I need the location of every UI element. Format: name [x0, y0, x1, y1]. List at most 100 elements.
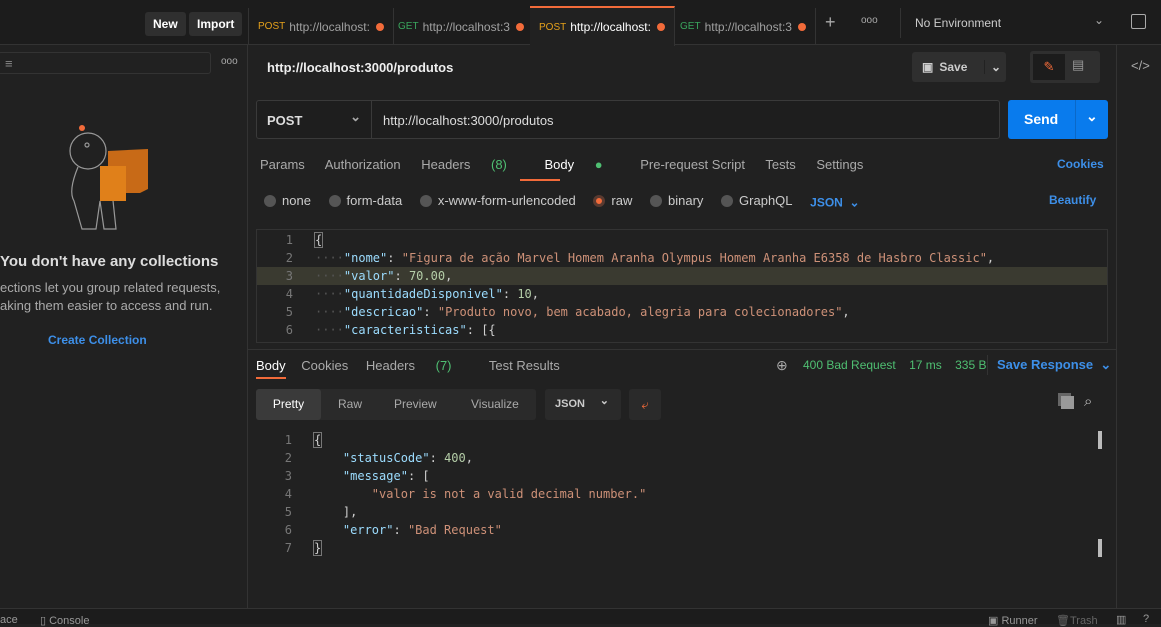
chevron-down-icon: ⌄ [599, 395, 609, 407]
json-value: "valor is not a valid decimal number." [371, 487, 647, 501]
json-value: "Bad Request" [407, 523, 502, 537]
json-key: "nome" [343, 251, 388, 265]
right-divider [1116, 45, 1117, 608]
help-icon[interactable]: ? [1143, 613, 1149, 625]
tab-pre-request-script[interactable]: Pre-request Script [640, 157, 745, 172]
request-tab[interactable]: POST http://localhost: [248, 8, 394, 45]
sidebar-more-icon[interactable]: ooo [221, 56, 238, 67]
request-title: http://localhost:3000/produtos [267, 60, 454, 75]
save-button[interactable]: ▣ Save ⌄ [912, 52, 1006, 82]
json-value: "Produto novo, bem acabado, alegria para… [437, 305, 843, 319]
more-tabs-icon[interactable]: ooo [861, 15, 878, 26]
chevron-down-icon: ⌄ [350, 109, 361, 124]
indent: ···· [315, 251, 344, 265]
edit-icon[interactable]: ✎ [1033, 54, 1065, 80]
tab-test-results[interactable]: Test Results [489, 358, 560, 373]
colon: : [387, 251, 402, 265]
request-tab[interactable]: GET http://localhost:3 [389, 8, 534, 45]
punct: , [445, 269, 453, 283]
response-body[interactable]: 1{2 "statusCode": 400, 3 "message": [4 "v… [256, 431, 1101, 601]
sidebar: ≡ ooo You don't have any collections ect… [0, 45, 248, 608]
radio-x-www-form-urlencoded[interactable]: x-www-form-urlencoded [419, 193, 576, 208]
format-select[interactable]: JSON ⌄ [810, 196, 859, 210]
line-number: 1 [285, 233, 293, 247]
line-number: 7 [284, 541, 292, 555]
footer-left-item[interactable]: ace [0, 614, 18, 626]
tab-response-headers[interactable]: Headers (7) [366, 358, 469, 373]
comments-icon[interactable]: ▤ [1072, 57, 1084, 73]
divider [987, 355, 988, 375]
unsaved-dot-icon [515, 22, 524, 31]
cookies-link[interactable]: Cookies [1057, 157, 1104, 171]
environment-select[interactable]: No Environment ⌄ [900, 8, 1116, 38]
line-number: 4 [285, 287, 293, 301]
top-bar: New Import POST http://localhost: GET http… [0, 0, 1161, 46]
chevron-down-icon[interactable]: ⌄ [984, 60, 1001, 74]
radio-binary[interactable]: binary [650, 193, 703, 208]
line-number: 1 [284, 433, 292, 447]
radio-form-data[interactable]: form-data [328, 193, 402, 208]
runner-button[interactable]: ▣ Runner [988, 614, 1038, 627]
radio-graphql[interactable]: GraphQL [721, 193, 793, 208]
code-snippet-icon[interactable]: </> [1131, 58, 1150, 73]
new-button[interactable]: New [145, 12, 186, 36]
response-meta: 400 Bad Request 17 ms 335 B [803, 358, 986, 372]
tab-body[interactable]: Body ● [545, 157, 620, 172]
save-response-button[interactable]: Save Response ⌄ [997, 357, 1111, 373]
view-pretty[interactable]: Pretty [256, 389, 321, 420]
response-time[interactable]: 17 ms [909, 358, 942, 372]
code-line: 2 "statusCode": 400, [256, 449, 1101, 467]
tab-params[interactable]: Params [260, 157, 305, 172]
request-tab-active[interactable]: POST http://localhost: [530, 6, 675, 46]
wrap-lines-icon[interactable]: ⤶ [629, 389, 661, 420]
tab-response-body[interactable]: Body [256, 358, 286, 373]
response-tabs: Body Cookies Headers (7) Test Results [256, 358, 577, 373]
beautify-link[interactable]: Beautify [1049, 193, 1096, 207]
json-value: 400 [444, 451, 466, 465]
indent: ···· [315, 269, 344, 283]
response-size[interactable]: 335 B [955, 358, 986, 372]
tab-tests[interactable]: Tests [765, 157, 795, 172]
environment-quick-look-icon[interactable] [1131, 14, 1146, 29]
empty-title: You don't have any collections [0, 253, 219, 270]
chevron-down-icon[interactable]: ⌄ [1075, 100, 1108, 139]
scrollbar[interactable] [1098, 539, 1102, 557]
view-raw[interactable]: Raw [338, 397, 362, 411]
radio-none[interactable]: none [264, 193, 311, 208]
view-visualize[interactable]: Visualize [471, 397, 519, 411]
tab-headers[interactable]: Headers (8) [421, 157, 524, 172]
console-button[interactable]: ▯ Console [40, 614, 89, 627]
request-tab[interactable]: GET http://localhost:3 [671, 8, 816, 45]
request-body-editor[interactable]: 1{2 ····"nome": "Figura de ação Marvel Ho… [256, 229, 1108, 343]
request-tabs: Params Authorization Headers (8) Body ● … [260, 157, 880, 172]
add-tab-button[interactable]: + [825, 12, 836, 33]
collections-illustration [69, 125, 148, 230]
tab-authorization[interactable]: Authorization [325, 157, 401, 172]
response-format-select[interactable]: JSON ⌄ [545, 389, 621, 420]
send-button[interactable]: Send ⌄ [1008, 100, 1108, 139]
json-key: "statusCode" [342, 451, 430, 465]
indent: ···· [315, 323, 344, 337]
tab-settings[interactable]: Settings [816, 157, 863, 172]
tab-response-cookies[interactable]: Cookies [301, 358, 348, 373]
status-badge[interactable]: 400 Bad Request [803, 358, 896, 372]
scrollbar[interactable] [1098, 431, 1102, 449]
divider [248, 349, 1116, 350]
filter-icon: ≡ [5, 56, 13, 71]
view-toggle[interactable]: ✎ ▤ [1030, 51, 1100, 83]
method-select[interactable]: POST ⌄ [257, 101, 372, 138]
create-collection-link[interactable]: Create Collection [48, 333, 147, 347]
url-input[interactable]: http://localhost:3000/produtos [383, 113, 554, 128]
filter-input[interactable]: ≡ [0, 52, 211, 74]
copy-icon[interactable] [1061, 396, 1074, 409]
line-number: 5 [285, 305, 293, 319]
view-preview[interactable]: Preview [394, 397, 437, 411]
import-button[interactable]: Import [189, 12, 243, 36]
search-icon[interactable]: ⌕ [1084, 393, 1092, 410]
radio-raw[interactable]: raw [593, 193, 632, 208]
trash-button[interactable]: 🗑Trash [1056, 614, 1098, 627]
two-pane-icon[interactable]: ▥ [1116, 613, 1126, 626]
code-line: 2 ····"nome": "Figura de ação Marvel Home… [257, 249, 1107, 267]
